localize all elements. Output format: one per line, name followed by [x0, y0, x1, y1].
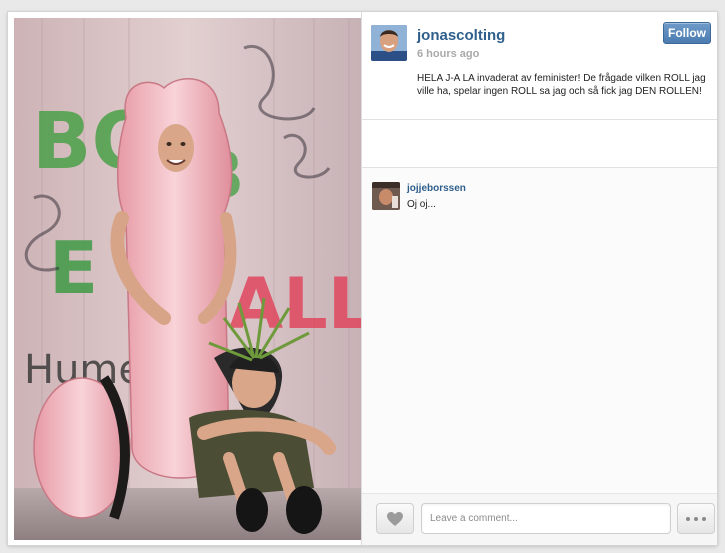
- avatar-image: [371, 25, 407, 61]
- graffiti-all: ALL!: [229, 263, 361, 345]
- comment-avatar-image: [372, 182, 400, 210]
- avatar[interactable]: [371, 25, 407, 61]
- comment-text: Oj oj...: [407, 199, 436, 210]
- list-item: jojjeborssen Oj oj...: [372, 182, 712, 212]
- follow-button[interactable]: Follow: [663, 22, 711, 44]
- post-photo[interactable]: BO B E ALL! Hume: [14, 18, 361, 540]
- more-options-button[interactable]: [677, 503, 715, 534]
- like-button[interactable]: [376, 503, 414, 534]
- comment-username-link[interactable]: jojjeborssen: [407, 183, 466, 194]
- post-caption: HELA J-A LA invaderat av feminister! De …: [417, 73, 706, 97]
- heart-icon: [387, 511, 403, 526]
- post-timestamp: 6 hours ago: [417, 48, 480, 60]
- more-dots-icon: [686, 516, 690, 521]
- comment-footer: Leave a comment...: [362, 493, 717, 545]
- likes-area: [362, 120, 717, 168]
- comment-input[interactable]: Leave a comment...: [421, 503, 671, 534]
- comment-avatar[interactable]: [372, 182, 400, 210]
- post-sidebar: jonascolting 6 hours ago Follow HELA J-A…: [361, 12, 717, 545]
- post-header: jonascolting 6 hours ago Follow HELA J-A…: [362, 12, 717, 120]
- photo-illustration: BO B E ALL! Hume: [14, 18, 361, 540]
- more-dots-icon: [694, 516, 698, 521]
- username-link[interactable]: jonascolting: [417, 27, 505, 44]
- post-card: BO B E ALL! Hume: [8, 12, 717, 545]
- more-dots-icon: [702, 516, 706, 521]
